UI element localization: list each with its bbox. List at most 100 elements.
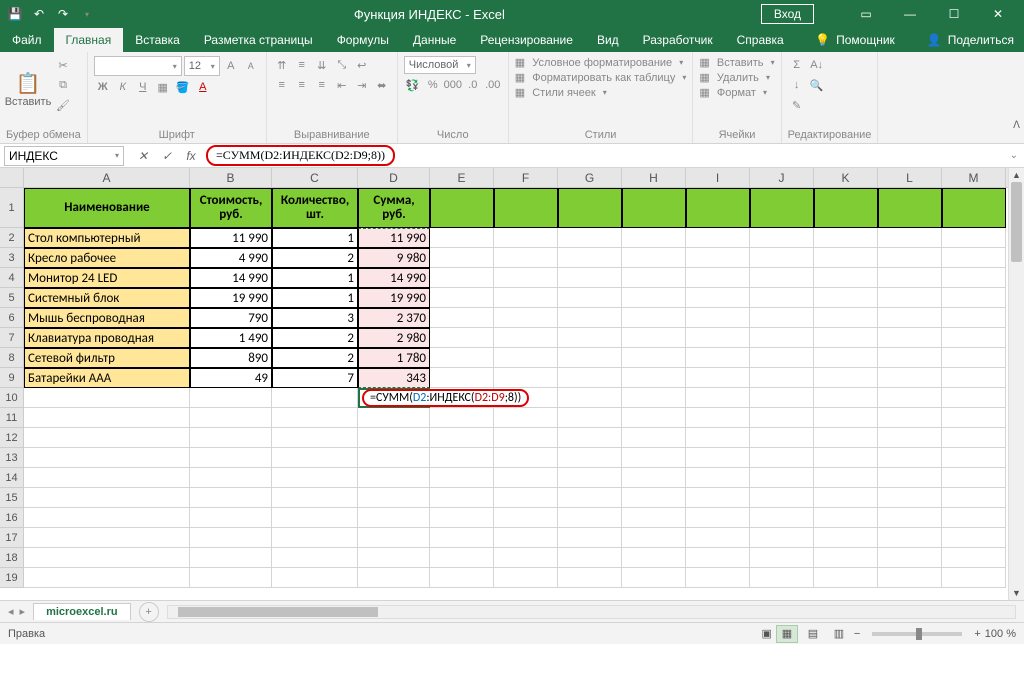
zoom-level[interactable]: 100 %	[985, 628, 1016, 640]
cell[interactable]	[358, 528, 430, 548]
cell[interactable]	[622, 448, 686, 468]
cell[interactable]	[750, 488, 814, 508]
cell[interactable]	[814, 568, 878, 588]
insert-cells-button[interactable]: ▦ Вставить ▾	[699, 56, 774, 69]
cell[interactable]	[494, 408, 558, 428]
decrease-font-icon[interactable]: A	[242, 57, 260, 75]
cell[interactable]	[558, 308, 622, 328]
cell[interactable]	[878, 488, 942, 508]
add-sheet-button[interactable]: +	[139, 602, 159, 622]
col-header[interactable]: K	[814, 168, 878, 187]
increase-font-icon[interactable]: A	[222, 57, 240, 75]
cell[interactable]	[430, 248, 494, 268]
cell[interactable]	[814, 348, 878, 368]
cell[interactable]	[686, 428, 750, 448]
minimize-icon[interactable]: —	[888, 0, 932, 28]
row-header[interactable]: 13	[0, 448, 24, 468]
hscroll-thumb[interactable]	[178, 607, 378, 617]
cell[interactable]	[622, 228, 686, 248]
cell[interactable]	[24, 508, 190, 528]
col-header[interactable]: J	[750, 168, 814, 187]
merge-icon[interactable]: ⬌	[373, 76, 391, 94]
cell[interactable]	[558, 528, 622, 548]
cell[interactable]	[272, 548, 358, 568]
cell[interactable]	[686, 328, 750, 348]
cell[interactable]	[358, 428, 430, 448]
cell[interactable]	[878, 348, 942, 368]
cell[interactable]	[686, 368, 750, 388]
cell[interactable]	[558, 448, 622, 468]
scroll-thumb[interactable]	[1011, 182, 1022, 262]
cell[interactable]	[750, 528, 814, 548]
cell[interactable]	[750, 408, 814, 428]
cell[interactable]	[430, 568, 494, 588]
cell[interactable]	[750, 188, 814, 228]
cell[interactable]	[494, 228, 558, 248]
cell[interactable]: Стол компьютерный	[24, 228, 190, 248]
cell[interactable]	[686, 468, 750, 488]
align-right-icon[interactable]: ≡	[313, 76, 331, 94]
cell[interactable]	[558, 568, 622, 588]
cell[interactable]	[494, 268, 558, 288]
delete-cells-button[interactable]: ▦ Удалить ▾	[699, 71, 770, 84]
zoom-in-icon[interactable]: +	[974, 628, 980, 640]
cell[interactable]	[24, 568, 190, 588]
cell[interactable]: 4 990	[190, 248, 272, 268]
cell[interactable]	[430, 228, 494, 248]
align-middle-icon[interactable]: ≡	[293, 56, 311, 74]
cell[interactable]	[878, 408, 942, 428]
cell[interactable]	[558, 288, 622, 308]
cell[interactable]: 14 990	[358, 268, 430, 288]
fx-icon[interactable]: fx	[182, 147, 200, 165]
cell[interactable]: 790	[190, 308, 272, 328]
cell[interactable]	[430, 528, 494, 548]
cell[interactable]	[430, 288, 494, 308]
cell[interactable]: Монитор 24 LED	[24, 268, 190, 288]
cell[interactable]	[878, 468, 942, 488]
cell[interactable]	[430, 488, 494, 508]
cell[interactable]	[878, 428, 942, 448]
prev-sheet-icon[interactable]: ◂	[8, 605, 14, 618]
col-header[interactable]: I	[686, 168, 750, 187]
cell[interactable]	[814, 408, 878, 428]
cell[interactable]	[878, 288, 942, 308]
font-name-combo[interactable]: ▾	[94, 56, 182, 76]
col-header[interactable]: H	[622, 168, 686, 187]
cell[interactable]	[190, 548, 272, 568]
page-break-view-icon[interactable]: ▥	[828, 625, 850, 643]
maximize-icon[interactable]: ☐	[932, 0, 976, 28]
cell-header[interactable]: Сумма, руб.	[358, 188, 430, 228]
cell[interactable]	[558, 428, 622, 448]
cell[interactable]	[750, 368, 814, 388]
cell[interactable]: Кресло рабочее	[24, 248, 190, 268]
cell[interactable]	[942, 348, 1006, 368]
currency-icon[interactable]: 💱	[404, 76, 422, 94]
tab-developer[interactable]: Разработчик	[631, 28, 725, 52]
cell[interactable]	[686, 188, 750, 228]
cell[interactable]	[358, 508, 430, 528]
cell[interactable]	[494, 448, 558, 468]
cell[interactable]	[494, 308, 558, 328]
cell[interactable]: Мышь беспроводная	[24, 308, 190, 328]
cell[interactable]	[494, 288, 558, 308]
cell[interactable]	[814, 468, 878, 488]
cell[interactable]	[686, 348, 750, 368]
cell[interactable]	[358, 468, 430, 488]
cell[interactable]	[686, 288, 750, 308]
row-header[interactable]: 15	[0, 488, 24, 508]
cell[interactable]	[494, 488, 558, 508]
cell[interactable]	[558, 268, 622, 288]
cell[interactable]: 2 370	[358, 308, 430, 328]
cell[interactable]	[686, 528, 750, 548]
cell[interactable]	[622, 308, 686, 328]
cell[interactable]	[494, 248, 558, 268]
align-top-icon[interactable]: ⇈	[273, 56, 291, 74]
cell[interactable]	[814, 228, 878, 248]
cell[interactable]	[494, 508, 558, 528]
cell[interactable]	[814, 508, 878, 528]
cell[interactable]	[190, 468, 272, 488]
undo-icon[interactable]: ↶	[28, 3, 50, 25]
cell[interactable]	[750, 348, 814, 368]
cell-header[interactable]: Количество, шт.	[272, 188, 358, 228]
cell[interactable]	[814, 268, 878, 288]
